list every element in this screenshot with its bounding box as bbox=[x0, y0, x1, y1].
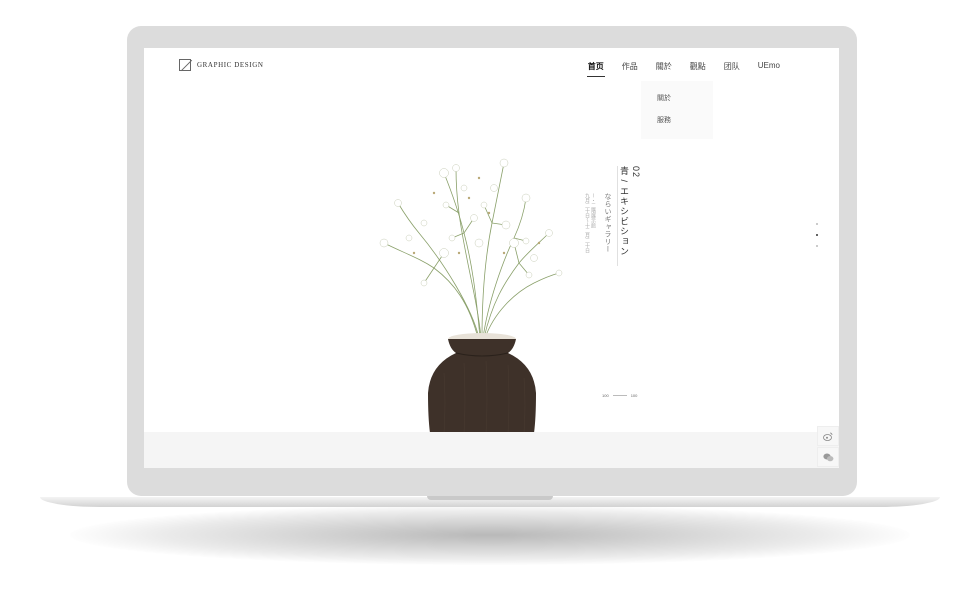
wechat-icon bbox=[822, 453, 833, 461]
slide-dot[interactable] bbox=[816, 245, 818, 247]
laptop-shadow bbox=[70, 505, 910, 565]
slide-pager: 100 100 bbox=[602, 393, 637, 398]
footer-band bbox=[144, 432, 839, 468]
wechat-button[interactable] bbox=[817, 447, 839, 467]
dropdown-item-services[interactable]: 服務 bbox=[657, 115, 671, 125]
pager-total: 100 bbox=[630, 393, 638, 398]
website-screen: GRAPHIC DESIGN 首页 作品 關於 觀點 团队 UEmo 關於 服務 bbox=[144, 48, 839, 468]
slide-dot[interactable] bbox=[816, 223, 818, 225]
nav-item-home[interactable]: 首页 bbox=[579, 61, 613, 77]
slide-dot-active[interactable] bbox=[816, 234, 818, 236]
hero-title: 02 青 / エキシビション bbox=[618, 166, 641, 257]
hero-number: 02 bbox=[631, 166, 641, 179]
brand-name: GRAPHIC DESIGN bbox=[197, 61, 264, 69]
slide-dots bbox=[816, 223, 818, 247]
hero-subtitle-small-2: 九月二十日〜十二月二十日 bbox=[584, 193, 590, 253]
hero-title-text: 青 / エキシビション bbox=[619, 166, 629, 257]
nav-item-about[interactable]: 關於 bbox=[647, 61, 681, 75]
hero-subtitle: ならいギャラリー bbox=[604, 193, 611, 253]
hero-vase-image bbox=[379, 158, 563, 433]
logo-mark-icon bbox=[179, 59, 191, 71]
nav-item-views[interactable]: 觀點 bbox=[681, 61, 715, 75]
weibo-icon bbox=[823, 432, 833, 441]
pager-current: 100 bbox=[602, 393, 609, 398]
hero-subtitle-small-1: ー・二階展示館 bbox=[590, 193, 596, 228]
nav-item-works[interactable]: 作品 bbox=[613, 61, 647, 75]
pager-line bbox=[612, 395, 627, 396]
nav-item-uemo[interactable]: UEmo bbox=[749, 61, 789, 75]
brand-logo[interactable]: GRAPHIC DESIGN bbox=[179, 59, 264, 71]
laptop-notch bbox=[427, 496, 553, 500]
main-nav: 首页 作品 關於 觀點 团队 UEmo bbox=[579, 61, 789, 77]
nav-item-team[interactable]: 团队 bbox=[715, 61, 749, 75]
dropdown-item-about[interactable]: 關於 bbox=[657, 93, 671, 103]
weibo-button[interactable] bbox=[817, 426, 839, 446]
about-dropdown: 關於 服務 bbox=[641, 81, 713, 139]
